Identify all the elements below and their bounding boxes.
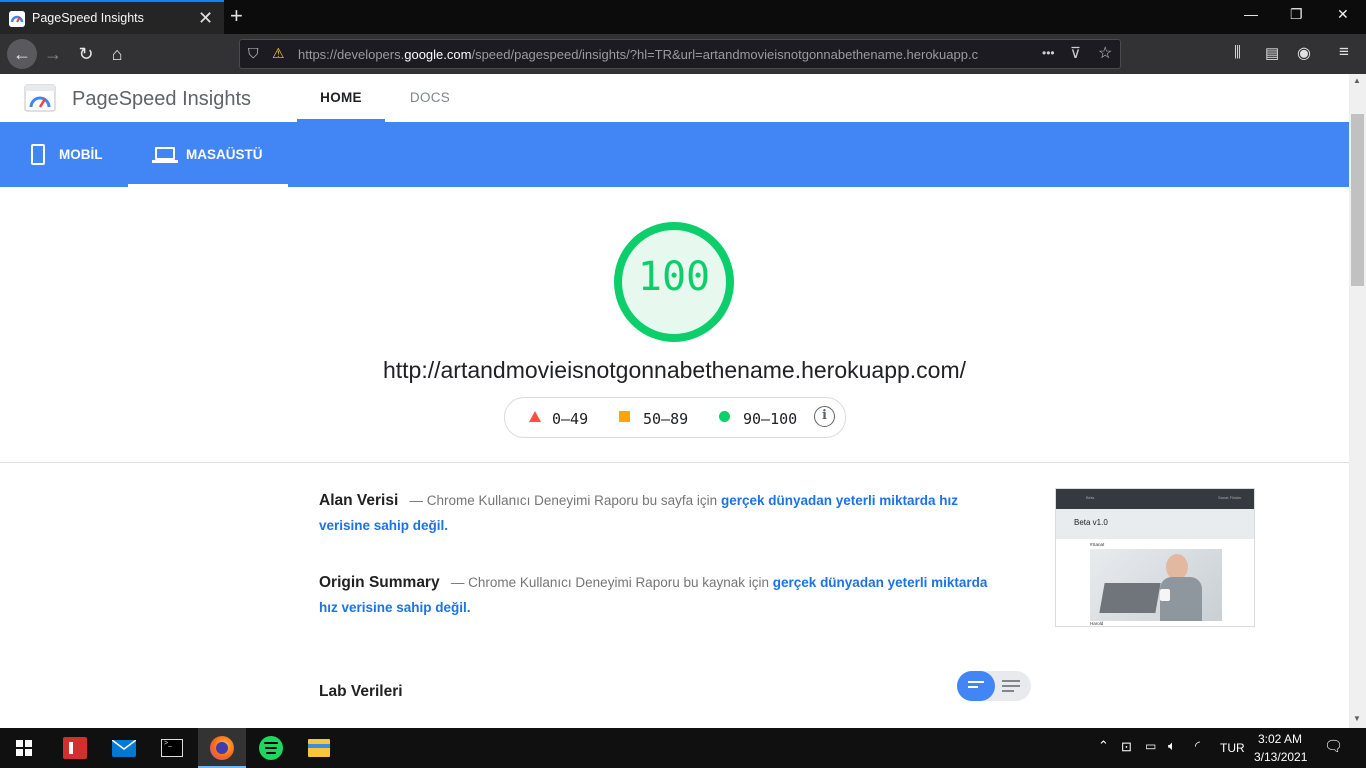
- menu-icon[interactable]: ≡: [1339, 42, 1349, 62]
- shield-icon[interactable]: ⛉: [248, 45, 259, 62]
- field-data-title: Alan Verisi: [319, 492, 399, 509]
- clock-date[interactable]: 3/13/2021: [1254, 750, 1307, 764]
- insecure-lock-icon[interactable]: ⚠: [272, 45, 285, 62]
- triangle-icon: [529, 411, 541, 422]
- clock-time[interactable]: 3:02 AM: [1258, 732, 1302, 746]
- restore-icon[interactable]: ❐: [1290, 6, 1303, 23]
- new-tab-button[interactable]: +: [230, 4, 243, 28]
- notification-icon[interactable]: 🗨︎: [1324, 737, 1343, 755]
- browser-tab[interactable]: PageSpeed Insights ✕: [0, 0, 224, 34]
- tab-mobile[interactable]: MOBİL: [28, 122, 128, 187]
- legend-range-fail: 0–49: [552, 410, 589, 428]
- thumb-jumbotron: Beta v1.0: [1056, 509, 1254, 539]
- tab-home[interactable]: HOME: [297, 74, 385, 122]
- bookmark-star-icon[interactable]: ☆: [1098, 43, 1112, 63]
- browser-tab-title: PageSpeed Insights: [32, 11, 144, 25]
- scroll-up-icon[interactable]: ▲: [1353, 76, 1361, 85]
- tab-mobile-label: MOBİL: [59, 147, 103, 162]
- battery-icon[interactable]: ▭: [1145, 739, 1156, 753]
- section-divider: [0, 462, 1349, 463]
- thumb-navbar: Beta Sanat Filmler: [1056, 489, 1254, 509]
- back-button[interactable]: ←: [7, 39, 37, 69]
- file-explorer-icon[interactable]: [295, 728, 343, 768]
- volume-icon[interactable]: 🔈︎: [1168, 738, 1176, 754]
- origin-summary-text: Chrome Kullanıcı Deneyimi Raporu bu kayn…: [468, 575, 770, 590]
- sidebar-icon[interactable]: ▤: [1265, 44, 1279, 62]
- square-icon: [619, 411, 630, 422]
- phone-icon: [31, 144, 45, 165]
- view-toggle-detailed[interactable]: [995, 671, 1031, 701]
- pagespeed-logo-icon[interactable]: [24, 84, 56, 112]
- tab-close-icon[interactable]: ✕: [198, 8, 213, 28]
- mail-icon[interactable]: [100, 728, 148, 768]
- library-icon[interactable]: ⫼: [1234, 44, 1241, 61]
- legend-range-average: 50–89: [643, 410, 689, 428]
- language-indicator[interactable]: TUR: [1220, 741, 1245, 755]
- view-toggle: [957, 671, 1031, 701]
- home-icon[interactable]: ⌂: [104, 42, 130, 66]
- forward-button[interactable]: →: [40, 42, 66, 66]
- page-screenshot-thumbnail: Beta Sanat Filmler Beta v1.0 #Sanat Haro…: [1055, 488, 1255, 627]
- firefox-taskbar-icon[interactable]: [198, 728, 246, 768]
- window-close-icon[interactable]: ✕: [1337, 6, 1349, 23]
- origin-summary-title: Origin Summary: [319, 574, 440, 591]
- scroll-down-icon[interactable]: ▼: [1353, 714, 1361, 723]
- tray-app-icon[interactable]: ⊡: [1121, 739, 1132, 755]
- app-launcher-red-icon[interactable]: [50, 728, 98, 768]
- tab-desktop-label: MASAÜSTÜ: [186, 147, 263, 162]
- lab-data-title: Lab Verileri: [319, 683, 403, 700]
- pocket-icon[interactable]: ⊽: [1070, 44, 1081, 62]
- minimize-icon[interactable]: —: [1244, 6, 1258, 22]
- page-actions-button[interactable]: •••: [1042, 46, 1055, 60]
- app-title: PageSpeed Insights: [72, 88, 252, 110]
- account-icon[interactable]: ◉: [1297, 43, 1311, 63]
- tab-docs[interactable]: DOCS: [392, 74, 468, 122]
- terminal-icon[interactable]: >_: [148, 728, 196, 768]
- view-toggle-summary[interactable]: [957, 671, 995, 701]
- info-icon[interactable]: i: [814, 406, 835, 427]
- scrollbar-thumb[interactable]: [1351, 114, 1364, 286]
- windows-start-icon[interactable]: [0, 728, 48, 768]
- legend-range-pass: 90–100: [743, 410, 798, 428]
- wifi-icon[interactable]: ◜: [1195, 738, 1200, 754]
- thumb-photo: [1090, 549, 1222, 621]
- pagespeed-favicon-icon: [9, 11, 25, 27]
- laptop-icon: [155, 147, 175, 160]
- reload-icon[interactable]: ↻: [73, 42, 99, 66]
- origin-summary-section: Origin Summary — Chrome Kullanıcı Deneyi…: [319, 574, 988, 615]
- url-bar[interactable]: ⛉ ⚠ https://developers.google.com/speed/…: [239, 39, 1121, 69]
- performance-score: 100: [637, 254, 711, 300]
- analyzed-url: http://artandmovieisnotgonnabethename.he…: [382, 357, 967, 383]
- field-data-text: Chrome Kullanıcı Deneyimi Raporu bu sayf…: [426, 493, 718, 508]
- field-data-section: Alan Verisi — Chrome Kullanıcı Deneyimi …: [319, 492, 959, 533]
- tray-expand-icon[interactable]: ⌃: [1098, 738, 1109, 754]
- spotify-icon[interactable]: [247, 728, 295, 768]
- tab-desktop[interactable]: MASAÜSTÜ: [128, 122, 288, 187]
- circle-icon: [719, 411, 730, 422]
- url-text[interactable]: https://developers.google.com/speed/page…: [298, 47, 978, 62]
